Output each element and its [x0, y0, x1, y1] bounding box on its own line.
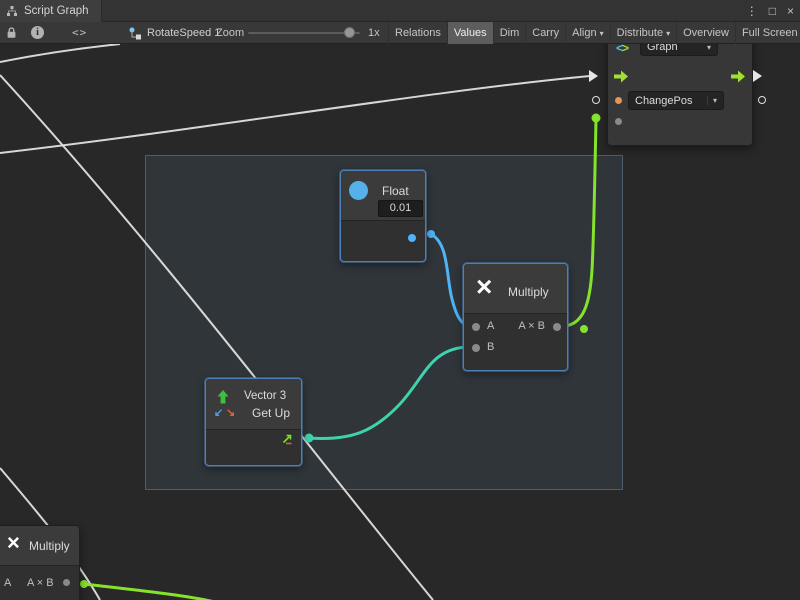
multiply-output-port[interactable] — [553, 323, 561, 331]
float-value-input[interactable]: 0.01 — [378, 200, 423, 217]
values-button[interactable]: Values — [447, 22, 493, 44]
vector3-getup-node[interactable]: Vector 3 ↙ ↘ Get Up — [205, 378, 302, 466]
graph-dropdown[interactable]: Graph ▾ — [640, 44, 718, 56]
float-node-title: Float — [382, 184, 409, 198]
wire-white-top-left[interactable] — [0, 44, 120, 62]
window-controls: ⋮ □ × — [746, 0, 794, 22]
float-node[interactable]: Float 0.01 — [340, 170, 426, 262]
vector3-type-label: Vector 3 — [244, 390, 286, 402]
flow-edge-arrow-left-icon[interactable] — [589, 70, 598, 82]
script-graph-tab[interactable]: Script Graph — [0, 0, 102, 22]
wire-multiply2-output[interactable] — [84, 584, 239, 600]
wire-white-diagonal[interactable] — [0, 75, 433, 600]
dim-button[interactable]: Dim — [493, 22, 526, 44]
multiply-input-a-port[interactable] — [472, 323, 480, 331]
wire-endpoint-green-bottom[interactable] — [80, 580, 88, 588]
zoom-value-label: 1x — [368, 27, 380, 39]
wire-white-to-graph-node[interactable] — [0, 76, 590, 153]
changepos-dropdown[interactable]: ChangePos ▾ — [628, 91, 724, 110]
wire-getup-to-multiply-b[interactable] — [309, 347, 470, 439]
vector3-up-arrow-icon — [215, 389, 231, 405]
getup-node-title: Get Up — [252, 406, 290, 420]
zoom-label: Zoom — [216, 27, 244, 39]
carry-button[interactable]: Carry — [525, 22, 565, 44]
chevron-down-icon: ▾ — [707, 44, 711, 52]
graph-canvas[interactable]: Float 0.01 × Multiply A A × B B Vector 3… — [0, 44, 800, 600]
graph-name-label: RotateSpeed 1 — [147, 27, 220, 39]
toolbar-buttons: Relations Values Dim Carry Align▾ Distri… — [388, 22, 800, 44]
changepos-value-port[interactable] — [615, 97, 622, 104]
titlebar: Script Graph ⋮ □ × — [0, 0, 800, 22]
lock-icon[interactable] — [6, 26, 17, 42]
multiply2-output-port[interactable] — [63, 579, 70, 586]
graph-code-icon: <> — [616, 44, 628, 55]
value-edge-circle-right-icon[interactable] — [758, 96, 766, 104]
chevron-down-icon: ▾ — [600, 29, 604, 38]
flow-output-arrow-icon[interactable] — [730, 69, 746, 84]
tab-title: Script Graph — [24, 5, 89, 17]
wire-endpoint-teal[interactable] — [305, 434, 314, 443]
multiply2-icon: × — [7, 532, 20, 554]
chevron-down-icon: ▾ — [666, 29, 670, 38]
graph-tab-icon — [6, 5, 18, 17]
graph-toolbar: i <> RotateSpeed 1 Zoom 1x Relations Val… — [0, 22, 800, 44]
info-icon[interactable]: i — [31, 26, 44, 39]
multiply-output-label: A × B — [518, 320, 545, 332]
wire-endpoint-blue[interactable] — [427, 230, 435, 238]
window-menu-icon[interactable]: ⋮ — [746, 0, 758, 22]
distribute-dropdown-button[interactable]: Distribute▾ — [610, 22, 676, 44]
close-icon[interactable]: × — [787, 0, 794, 22]
zoom-slider[interactable] — [248, 22, 360, 44]
full-screen-button[interactable]: Full Screen — [735, 22, 800, 44]
wire-endpoint-green-start[interactable] — [580, 325, 588, 333]
maximize-icon[interactable]: □ — [769, 0, 776, 22]
graph-dropdown-label: Graph — [647, 44, 703, 53]
script-graph-icon — [128, 26, 142, 40]
code-view-icon[interactable]: <> — [72, 26, 87, 39]
overview-button[interactable]: Overview — [676, 22, 735, 44]
relations-button[interactable]: Relations — [388, 22, 447, 44]
flow-edge-arrow-right-icon[interactable] — [753, 70, 762, 82]
multiply-node-title: Multiply — [508, 285, 549, 299]
graph-breadcrumb[interactable]: RotateSpeed 1 — [128, 22, 220, 44]
multiply-icon: × — [476, 273, 492, 301]
multiply-node-2[interactable]: × Multiply A A × B — [0, 525, 80, 600]
graph-node-extra-port[interactable] — [615, 118, 622, 125]
value-edge-circle-left-icon[interactable] — [592, 96, 600, 104]
wire-endpoint-green-end[interactable] — [592, 114, 601, 123]
changepos-dropdown-label: ChangePos — [635, 95, 703, 107]
arrow-down-left-icon: ↙ — [214, 406, 223, 419]
multiply2-output-label: A × B — [27, 577, 54, 589]
zoom-slider-handle[interactable] — [344, 27, 355, 38]
float-type-icon — [349, 181, 368, 200]
arrow-down-right-icon: ↘ — [226, 406, 235, 419]
multiply-input-a-label: A — [487, 320, 494, 332]
unity-script-graph-window: Script Graph ⋮ □ × i <> RotateSpeed 1 Zo… — [0, 0, 800, 600]
align-dropdown-button[interactable]: Align▾ — [565, 22, 609, 44]
flow-input-arrow-icon[interactable] — [613, 69, 629, 84]
float-output-port[interactable] — [408, 234, 416, 242]
graph-event-node[interactable]: <> Graph ▾ ChangePos ▾ — [607, 44, 753, 146]
multiply-input-b-port[interactable] — [472, 344, 480, 352]
multiply-node[interactable]: × Multiply A A × B B — [463, 263, 568, 371]
multiply-input-b-label: B — [487, 341, 494, 353]
multiply2-node-title: Multiply — [29, 539, 70, 553]
chevron-down-icon: ▾ — [707, 96, 717, 105]
vector3-output-port-icon[interactable] — [281, 432, 294, 445]
multiply2-input-a-label: A — [4, 577, 11, 589]
